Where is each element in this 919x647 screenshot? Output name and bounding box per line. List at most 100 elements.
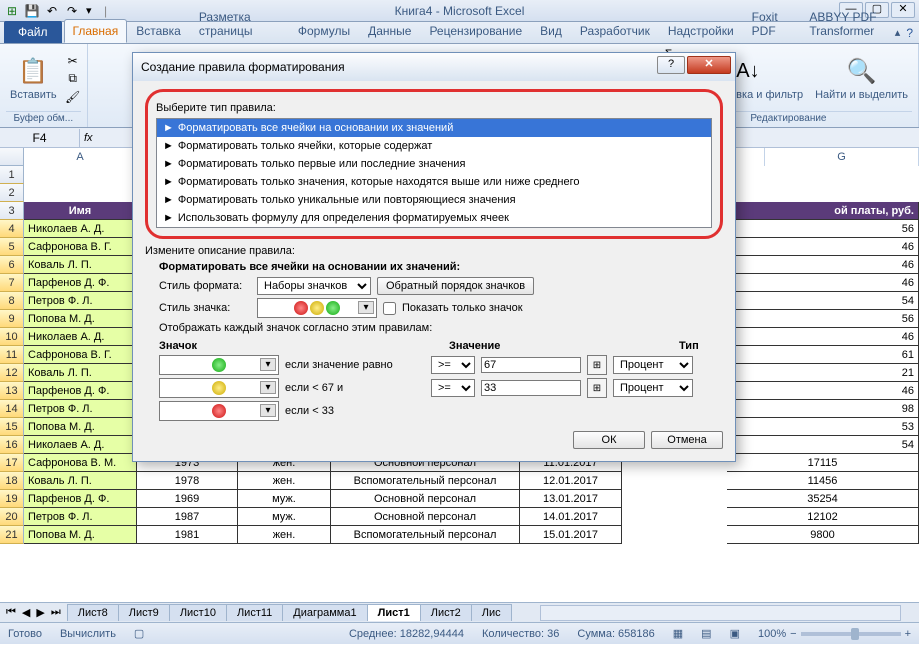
type-select-1[interactable]: Процент — [613, 356, 693, 374]
rule-item-1[interactable]: ► Форматировать только ячейки, которые с… — [157, 137, 711, 155]
tab-insert[interactable]: Вставка — [127, 19, 190, 43]
status-sum: Сумма: 658186 — [577, 628, 654, 640]
zoom-level[interactable]: 100% — [758, 628, 786, 640]
col-header-icon: Значок — [159, 340, 319, 352]
show-icon-only-checkbox[interactable] — [383, 302, 396, 315]
find-select-button[interactable]: 🔍 Найти и выделить — [811, 53, 912, 103]
redo-icon[interactable]: ↷ — [64, 3, 80, 19]
sheet-tab-bar: ⏮ ◀ ▶ ⏭ Лист8Лист9Лист10Лист11Диаграмма1… — [0, 602, 919, 622]
format-all-header: Форматировать все ячейки на основании их… — [159, 261, 723, 273]
range-ref-button-1[interactable]: ⊞ — [587, 355, 607, 375]
help-icon[interactable]: ? — [906, 26, 913, 40]
status-average: Среднее: 18282,94444 — [349, 628, 464, 640]
icon-select-2[interactable] — [159, 378, 279, 398]
condition-2-label: если < 67 и — [285, 382, 425, 394]
status-count: Количество: 36 — [482, 628, 559, 640]
tab-nav-first[interactable]: ⏮ — [4, 606, 18, 619]
horizontal-scrollbar[interactable] — [540, 605, 901, 621]
status-bar: Готово Вычислить ▢ Среднее: 18282,94444 … — [0, 622, 919, 644]
sheet-tab[interactable]: Лист8 — [67, 604, 119, 621]
rule-item-2[interactable]: ► Форматировать только первые или послед… — [157, 155, 711, 173]
sheet-tab[interactable]: Лист11 — [226, 604, 283, 621]
sheet-tab[interactable]: Лист9 — [118, 604, 170, 621]
sheet-tab[interactable]: Лист10 — [169, 604, 227, 621]
tab-addins[interactable]: Надстройки — [659, 19, 743, 43]
tab-nav-last[interactable]: ⏭ — [49, 606, 63, 619]
table-row[interactable]: 21 Попова М. Д. 1981 жен. Вспомогательны… — [0, 526, 919, 544]
tab-foxit[interactable]: Foxit PDF — [743, 5, 801, 43]
ok-button[interactable]: ОК — [573, 431, 645, 449]
create-formatting-rule-dialog: Создание правила форматирования ? ✕ Выбе… — [132, 52, 736, 462]
operator-select-1[interactable]: >= — [431, 356, 475, 374]
rule-item-4[interactable]: ► Форматировать только уникальные или по… — [157, 191, 711, 209]
sort-filter-icon: A↓ — [732, 55, 764, 87]
table-row[interactable]: 18 Коваль Л. П. 1978 жен. Вспомогательны… — [0, 472, 919, 490]
view-layout-icon[interactable]: ▤ — [701, 627, 711, 640]
dialog-close-button[interactable]: ✕ — [687, 56, 731, 74]
icon-style-select[interactable] — [257, 298, 377, 318]
tab-home[interactable]: Главная — [64, 19, 128, 43]
rule-item-5[interactable]: ► Использовать формулу для определения ф… — [157, 209, 711, 227]
tab-nav-prev[interactable]: ◀ — [20, 606, 32, 619]
rule-item-3[interactable]: ► Форматировать только значения, которые… — [157, 173, 711, 191]
undo-icon[interactable]: ↶ — [44, 3, 60, 19]
tab-formulas[interactable]: Формулы — [289, 19, 359, 43]
operator-select-2[interactable]: >= — [431, 379, 475, 397]
icon-select-1[interactable] — [159, 355, 279, 375]
range-ref-button-2[interactable]: ⊞ — [587, 378, 607, 398]
zoom-in-icon[interactable]: + — [905, 628, 911, 640]
dialog-help-button[interactable]: ? — [657, 56, 685, 74]
format-painter-icon[interactable]: 🖌 — [65, 89, 81, 105]
rule-item-0[interactable]: ► Форматировать все ячейки на основании … — [157, 119, 711, 137]
rule-type-list[interactable]: ► Форматировать все ячейки на основании … — [156, 118, 712, 228]
table-row[interactable]: 20 Петров Ф. Л. 1987 муж. Основной персо… — [0, 508, 919, 526]
sheet-tab[interactable]: Лис — [471, 604, 512, 621]
cut-icon[interactable]: ✂ — [65, 53, 81, 69]
col-header-type: Тип — [679, 340, 699, 352]
fx-icon[interactable]: fx — [80, 132, 97, 144]
status-ready: Готово — [8, 628, 42, 640]
status-calculate[interactable]: Вычислить — [60, 628, 116, 640]
condition-1-label: если значение равно — [285, 359, 425, 371]
tab-data[interactable]: Данные — [359, 19, 420, 43]
ribbon-minimize-icon[interactable]: ▴ — [895, 26, 901, 40]
col-header-g[interactable]: G — [765, 148, 919, 166]
tab-developer[interactable]: Разработчик — [571, 19, 659, 43]
choose-rule-label: Выберите тип правила: — [156, 102, 712, 114]
name-box[interactable]: F4 — [0, 129, 80, 147]
app-title: Книга4 - Microsoft Excel — [395, 4, 525, 18]
edit-description-label: Измените описание правила: — [145, 245, 723, 257]
value-input-1[interactable] — [481, 357, 581, 373]
col-header-a[interactable]: A — [24, 148, 137, 166]
save-icon[interactable]: 💾 — [24, 3, 40, 19]
reverse-order-button[interactable]: Обратный порядок значков — [377, 277, 534, 295]
cancel-button[interactable]: Отмена — [651, 431, 723, 449]
icon-select-3[interactable] — [159, 401, 279, 421]
zoom-out-icon[interactable]: − — [790, 628, 796, 640]
type-select-2[interactable]: Процент — [613, 379, 693, 397]
dialog-title-bar[interactable]: Создание правила форматирования ? ✕ — [133, 53, 735, 81]
sheet-tab[interactable]: Лист1 — [367, 604, 421, 621]
zoom-slider[interactable] — [801, 632, 901, 636]
format-style-select[interactable]: Наборы значков — [257, 277, 371, 295]
value-input-2[interactable] — [481, 380, 581, 396]
table-header-salary: ой платы, руб. — [727, 202, 919, 220]
tab-view[interactable]: Вид — [531, 19, 571, 43]
copy-icon[interactable]: ⧉ — [65, 71, 81, 87]
sheet-tab[interactable]: Диаграмма1 — [282, 604, 367, 621]
tab-layout[interactable]: Разметка страницы — [190, 5, 289, 43]
view-normal-icon[interactable]: ▦ — [673, 627, 683, 640]
display-rules-label: Отображать каждый значок согласно этим п… — [159, 322, 723, 334]
file-tab[interactable]: Файл — [4, 21, 62, 43]
view-pagebreak-icon[interactable]: ▣ — [730, 627, 740, 640]
table-row[interactable]: 19 Парфенов Д. Ф. 1969 муж. Основной пер… — [0, 490, 919, 508]
sheet-tab[interactable]: Лист2 — [420, 604, 472, 621]
excel-icon[interactable]: ⊞ — [4, 3, 20, 19]
paste-button[interactable]: 📋 Вставить — [6, 53, 61, 103]
condition-3-label: если < 33 — [285, 405, 425, 417]
find-icon: 🔍 — [846, 55, 878, 87]
paste-icon: 📋 — [17, 55, 49, 87]
tab-review[interactable]: Рецензирование — [420, 19, 531, 43]
tab-nav-next[interactable]: ▶ — [34, 606, 46, 619]
macro-record-icon[interactable]: ▢ — [134, 627, 144, 640]
